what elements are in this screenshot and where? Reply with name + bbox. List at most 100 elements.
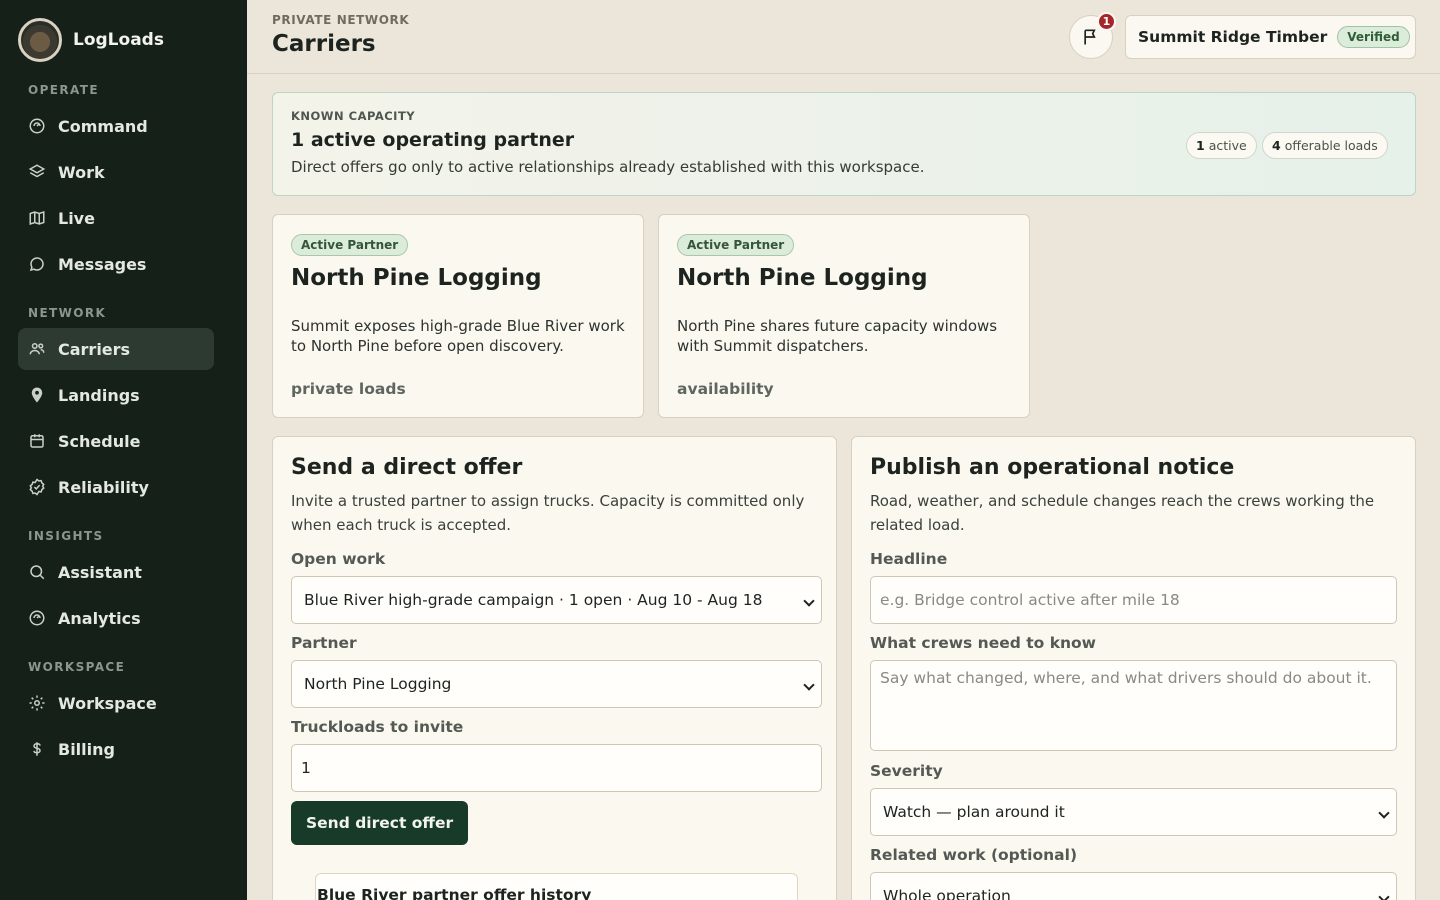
operational-notice-card: Publish an operational notice Road, weat… bbox=[851, 436, 1416, 900]
brand-name: LogLoads bbox=[73, 30, 164, 50]
partner-relationship-type: private loads bbox=[291, 380, 406, 398]
direct-offer-title: Send a direct offer bbox=[291, 455, 523, 480]
sidebar-item-messages[interactable]: Messages bbox=[18, 243, 214, 285]
page-title: Carriers bbox=[272, 31, 376, 57]
direct-offer-card: Send a direct offer Invite a trusted par… bbox=[272, 436, 837, 900]
direct-offer-description: Invite a trusted partner to assign truck… bbox=[291, 492, 805, 534]
partner-select-value: North Pine Logging bbox=[304, 675, 452, 693]
message-icon bbox=[28, 255, 46, 273]
layers-icon bbox=[28, 163, 46, 181]
sidebar-item-reliability[interactable]: Reliability bbox=[18, 466, 214, 508]
users-icon bbox=[28, 340, 46, 358]
loads-label: offerable loads bbox=[1284, 138, 1378, 153]
map-icon bbox=[28, 209, 46, 227]
sidebar-item-label: Landings bbox=[58, 385, 140, 405]
sidebar-item-schedule[interactable]: Schedule bbox=[18, 420, 214, 462]
open-work-label: Open work bbox=[291, 550, 386, 568]
org-name: Summit Ridge Timber bbox=[1138, 28, 1328, 46]
org-switcher[interactable]: Summit Ridge Timber Verified bbox=[1125, 15, 1416, 59]
active-count-pill: 1 active bbox=[1186, 132, 1257, 159]
sidebar-item-work[interactable]: Work bbox=[18, 151, 214, 193]
partner-name: North Pine Logging bbox=[677, 265, 928, 291]
sidebar-item-label: Carriers bbox=[58, 339, 131, 359]
partner-description: Summit exposes high-grade Blue River wor… bbox=[291, 317, 625, 355]
sidebar-item-billing[interactable]: Billing bbox=[18, 728, 214, 770]
partner-card[interactable]: Active Partner North Pine Logging North … bbox=[658, 214, 1030, 418]
severity-select[interactable]: Watch — plan around it bbox=[870, 788, 1397, 836]
partner-description: North Pine shares future capacity window… bbox=[677, 317, 998, 355]
sidebar-item-label: Messages bbox=[58, 254, 147, 274]
partner-status-tag: Active Partner bbox=[291, 234, 409, 256]
offer-history-title: Blue River partner offer history bbox=[317, 886, 592, 900]
severity-label: Severity bbox=[870, 762, 943, 780]
offerable-loads-pill: 4 offerable loads bbox=[1262, 132, 1388, 159]
sidebar-item-label: Workspace bbox=[58, 693, 157, 713]
dollar-icon bbox=[28, 740, 46, 758]
header-divider bbox=[247, 73, 1440, 74]
crews-info-field[interactable] bbox=[880, 661, 1384, 737]
sidebar-item-label: Work bbox=[58, 162, 105, 182]
sidebar-item-assistant[interactable]: Assistant bbox=[18, 551, 214, 593]
loads-count: 4 bbox=[1272, 138, 1281, 153]
brand-logo bbox=[18, 18, 62, 62]
sidebar-item-label: Schedule bbox=[58, 431, 141, 451]
notice-description: Road, weather, and schedule changes reac… bbox=[870, 492, 1375, 534]
partner-select[interactable]: North Pine Logging bbox=[291, 660, 822, 708]
related-work-value: Whole operation bbox=[883, 887, 1011, 900]
sidebar-item-label: Reliability bbox=[58, 477, 149, 497]
notice-title: Publish an operational notice bbox=[870, 455, 1235, 480]
headline-input[interactable] bbox=[870, 576, 1397, 624]
sidebar-item-live[interactable]: Live bbox=[18, 197, 214, 239]
related-work-label: Related work (optional) bbox=[870, 846, 1078, 864]
sidebar-item-label: Command bbox=[58, 116, 148, 136]
capacity-banner: KNOWN CAPACITY 1 active operating partne… bbox=[272, 92, 1416, 196]
brand[interactable]: LogLoads bbox=[18, 18, 164, 62]
partner-card[interactable]: Active Partner North Pine Logging Summit… bbox=[272, 214, 644, 418]
truckloads-field[interactable] bbox=[301, 759, 809, 777]
headline-field[interactable] bbox=[880, 591, 1384, 609]
analytics-icon bbox=[28, 609, 46, 627]
sidebar-item-command[interactable]: Command bbox=[18, 105, 214, 147]
nav-section-workspace: WORKSPACE bbox=[28, 660, 126, 674]
partner-relationship-type: availability bbox=[677, 380, 774, 398]
active-label: active bbox=[1208, 138, 1247, 153]
capacity-description: Direct offers go only to active relation… bbox=[291, 158, 925, 176]
nav-section-insights: INSIGHTS bbox=[28, 529, 104, 543]
sidebar-item-landings[interactable]: Landings bbox=[18, 374, 214, 416]
flag-icon bbox=[1081, 27, 1101, 47]
capacity-title: 1 active operating partner bbox=[291, 129, 575, 151]
truckloads-input[interactable] bbox=[291, 744, 822, 792]
open-work-value: Blue River high-grade campaign · 1 open … bbox=[304, 591, 763, 609]
command-icon bbox=[28, 117, 46, 135]
sidebar-item-label: Analytics bbox=[58, 608, 141, 628]
active-count: 1 bbox=[1196, 138, 1205, 153]
truckloads-label: Truckloads to invite bbox=[291, 718, 464, 736]
crews-info-label: What crews need to know bbox=[870, 634, 1096, 652]
notification-count-badge: 1 bbox=[1097, 12, 1116, 31]
sidebar-item-label: Assistant bbox=[58, 562, 142, 582]
nav-section-network: NETWORK bbox=[28, 306, 107, 320]
badge-check-icon bbox=[28, 478, 46, 496]
severity-value: Watch — plan around it bbox=[883, 803, 1065, 821]
sidebar: LogLoads OPERATE Command Work Live Messa… bbox=[0, 0, 247, 900]
pin-icon bbox=[28, 386, 46, 404]
headline-label: Headline bbox=[870, 550, 948, 568]
sidebar-item-label: Billing bbox=[58, 739, 115, 759]
partner-name: North Pine Logging bbox=[291, 265, 542, 291]
send-direct-offer-button[interactable]: Send direct offer bbox=[291, 801, 469, 845]
sidebar-item-carriers[interactable]: Carriers bbox=[18, 328, 214, 370]
sidebar-item-workspace[interactable]: Workspace bbox=[18, 682, 214, 724]
crews-info-textarea[interactable] bbox=[870, 660, 1397, 751]
partner-label: Partner bbox=[291, 634, 357, 652]
capacity-eyebrow: KNOWN CAPACITY bbox=[291, 109, 416, 123]
verified-badge: Verified bbox=[1337, 26, 1410, 48]
related-work-select[interactable]: Whole operation bbox=[870, 872, 1397, 900]
calendar-icon bbox=[28, 432, 46, 450]
partner-status-tag: Active Partner bbox=[677, 234, 795, 256]
sidebar-item-analytics[interactable]: Analytics bbox=[18, 597, 214, 639]
nav-section-operate: OPERATE bbox=[28, 83, 99, 97]
open-work-select[interactable]: Blue River high-grade campaign · 1 open … bbox=[291, 576, 822, 624]
search-icon bbox=[28, 563, 46, 581]
offer-history-panel: Blue River partner offer history bbox=[315, 873, 798, 900]
page-eyebrow: PRIVATE NETWORK bbox=[272, 13, 410, 27]
